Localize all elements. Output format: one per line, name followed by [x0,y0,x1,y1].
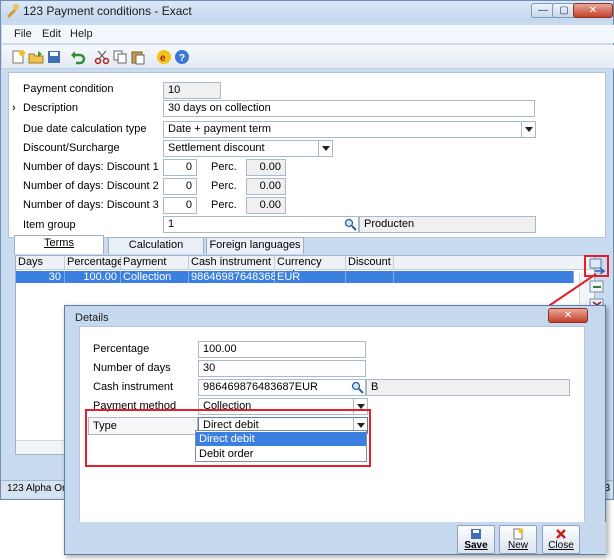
title-bar[interactable]: 123 Payment conditions - Exact — ▢ ✕ [1,1,613,21]
undo-icon[interactable] [70,49,86,65]
table-cell[interactable] [346,271,394,283]
discount-1-label: Number of days: Discount 1 [23,161,159,173]
column-header-percentage[interactable]: Percentage [65,256,123,270]
save-icon [471,529,481,539]
help-icon[interactable]: ? [174,49,190,65]
table-cell[interactable]: 986469876483687 [189,271,283,283]
description-field[interactable]: 30 days on collection [163,100,535,117]
discount-3-perc-label: Perc. [211,199,237,211]
description-label: Description [23,102,79,114]
dialog-close-button[interactable]: ✕ [548,308,588,323]
highlight-box [85,409,371,467]
discount-1-perc-label: Perc. [211,161,237,173]
column-header-days[interactable]: Days [16,256,65,270]
save-icon[interactable] [46,49,62,65]
open-folder-icon[interactable] [28,49,44,65]
toolbar: e ? [2,45,614,69]
search-icon[interactable] [344,218,357,231]
percentage-field[interactable]: 100.00 [198,341,366,358]
percentage-label: Percentage [93,343,150,355]
discount-surcharge-value: Settlement discount [168,142,265,154]
discount-3-perc[interactable]: 0.00 [246,197,286,214]
payment-condition-label: Payment condition [23,83,114,95]
window-title: 123 Payment conditions - Exact [23,4,192,18]
cut-icon[interactable] [94,49,110,65]
table-cell[interactable]: 30 [16,271,65,283]
due-date-value: Date + payment term [168,123,272,135]
menu-edit[interactable]: Edit [42,28,61,40]
new-document-icon [513,528,524,540]
cash-instrument-extra: B [366,379,570,396]
tab-foreign-languages[interactable]: Foreign languages [206,237,304,254]
new-button[interactable]: New [499,525,537,554]
svg-text:e: e [160,53,166,64]
menu-file[interactable]: File [14,28,32,40]
chevron-down-icon[interactable] [521,122,535,137]
tab-foreign-languages-label: Foreign languages [209,239,301,251]
column-header-currency-code[interactable]: Currency code [275,256,346,281]
copy-icon[interactable] [112,49,128,65]
cash-instrument-label: Cash instrument [93,381,174,393]
close-window-button[interactable]: ✕ [573,3,613,18]
tab-calculation[interactable]: Calculation [108,237,204,254]
discount-surcharge-select[interactable]: Settlement discount [163,140,333,157]
discount-3-label: Number of days: Discount 3 [23,199,159,211]
paste-icon[interactable] [130,49,146,65]
search-icon[interactable] [351,381,364,394]
discount-surcharge-label: Discount/Surcharge [23,142,120,154]
tab-terms-label: Terms [44,237,74,249]
close-button[interactable]: Close [542,525,580,554]
discount-2-perc-label: Perc. [211,180,237,192]
required-marker-icon: › [12,102,16,114]
cash-instrument-value: 986469876483687EUR [203,381,318,393]
due-date-label: Due date calculation type [23,123,147,135]
app-icon [7,4,19,18]
status-text: 123 Alpha Or [7,483,66,494]
discount-2-days[interactable]: 0 [163,178,197,195]
save-button[interactable]: Save [457,525,495,554]
number-of-days-field[interactable]: 30 [198,360,366,377]
dialog-title: Details [75,312,109,324]
new-document-icon[interactable] [10,49,26,65]
discount-1-perc[interactable]: 0.00 [246,159,286,176]
save-label: Save [464,540,488,551]
tab-calculation-label: Calculation [128,239,184,251]
column-header-cash-instrument[interactable]: Cash instrument [189,256,275,270]
discount-2-label: Number of days: Discount 2 [23,180,159,192]
menu-help[interactable]: Help [70,28,93,40]
cash-instrument-field[interactable]: 986469876483687EUR [198,379,366,396]
due-date-select[interactable]: Date + payment term [163,121,536,138]
column-header-spacer [394,256,594,270]
table-cell[interactable]: Collection [121,271,189,283]
item-group-label: Item group [23,219,76,231]
discount-2-perc[interactable]: 0.00 [246,178,286,195]
column-header-discount[interactable]: Discount [346,256,394,270]
new-label: New [507,540,528,551]
svg-text:?: ? [179,53,185,64]
tab-terms[interactable]: Terms [14,235,104,254]
payment-condition-field[interactable]: 10 [163,82,221,99]
column-header-payment-type[interactable]: Payment type [121,256,189,281]
close-icon [556,529,566,539]
table-cell[interactable]: 100.00 [65,271,121,283]
table-cell[interactable]: EUR [275,271,346,283]
item-group-value: 1 [168,218,175,230]
close-label: Close [548,540,574,551]
header-form: Payment condition 10 › Description 30 da… [8,72,606,238]
item-group-description: Producten [359,216,536,233]
chevron-down-icon[interactable] [318,141,332,156]
exact-logo-icon[interactable]: e [156,49,172,65]
item-group-field[interactable]: 1 [163,216,359,233]
discount-1-days[interactable]: 0 [163,159,197,176]
discount-3-days[interactable]: 0 [163,197,197,214]
menu-bar: File Edit Help [2,25,614,43]
number-of-days-label: Number of days [93,362,171,374]
